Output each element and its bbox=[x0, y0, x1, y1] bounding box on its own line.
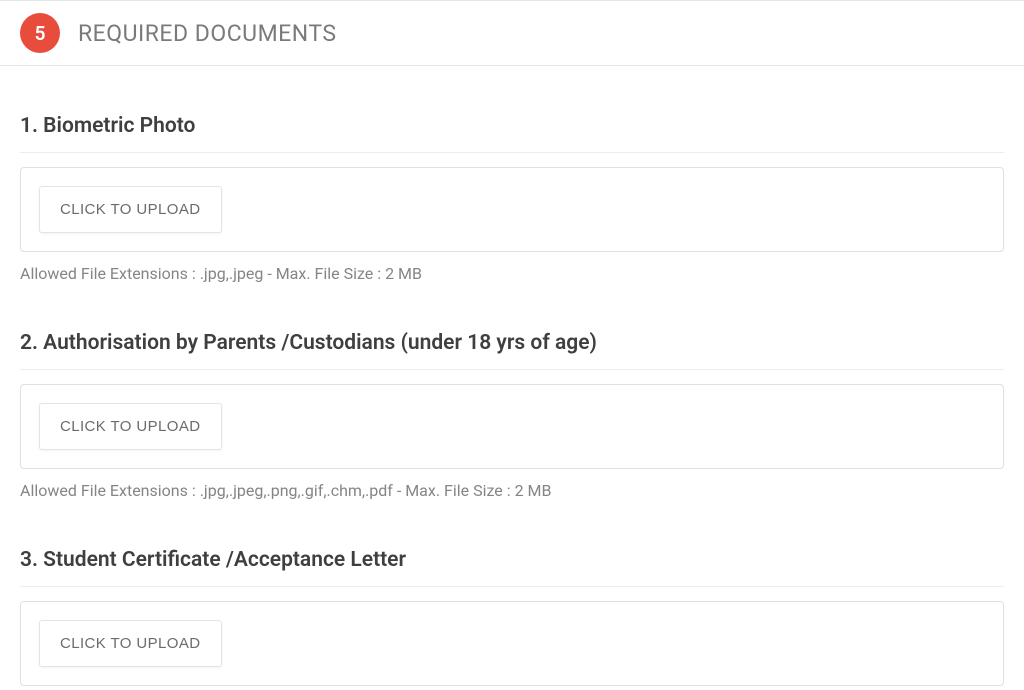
document-title: 1. Biometric Photo bbox=[20, 114, 1004, 138]
content-area: 1. Biometric Photo CLICK TO UPLOAD Allow… bbox=[0, 114, 1024, 686]
document-title: 3. Student Certificate /Acceptance Lette… bbox=[20, 548, 1004, 572]
upload-button[interactable]: CLICK TO UPLOAD bbox=[39, 403, 222, 450]
file-hint: Allowed File Extensions : .jpg,.jpeg - M… bbox=[20, 264, 1004, 283]
upload-area: CLICK TO UPLOAD bbox=[20, 601, 1004, 686]
document-block-biometric-photo: 1. Biometric Photo CLICK TO UPLOAD Allow… bbox=[20, 114, 1004, 283]
step-number: 5 bbox=[35, 22, 46, 45]
divider bbox=[20, 369, 1004, 370]
step-number-badge: 5 bbox=[20, 13, 60, 53]
divider bbox=[20, 152, 1004, 153]
upload-button[interactable]: CLICK TO UPLOAD bbox=[39, 620, 222, 667]
document-title: 2. Authorisation by Parents /Custodians … bbox=[20, 331, 1004, 355]
upload-button[interactable]: CLICK TO UPLOAD bbox=[39, 186, 222, 233]
divider bbox=[20, 586, 1004, 587]
upload-area: CLICK TO UPLOAD bbox=[20, 384, 1004, 469]
upload-area: CLICK TO UPLOAD bbox=[20, 167, 1004, 252]
document-block-authorisation: 2. Authorisation by Parents /Custodians … bbox=[20, 331, 1004, 500]
section-title: REQUIRED DOCUMENTS bbox=[78, 20, 337, 47]
document-block-student-certificate: 3. Student Certificate /Acceptance Lette… bbox=[20, 548, 1004, 686]
file-hint: Allowed File Extensions : .jpg,.jpeg,.pn… bbox=[20, 481, 1004, 500]
section-header: 5 REQUIRED DOCUMENTS bbox=[0, 0, 1024, 66]
